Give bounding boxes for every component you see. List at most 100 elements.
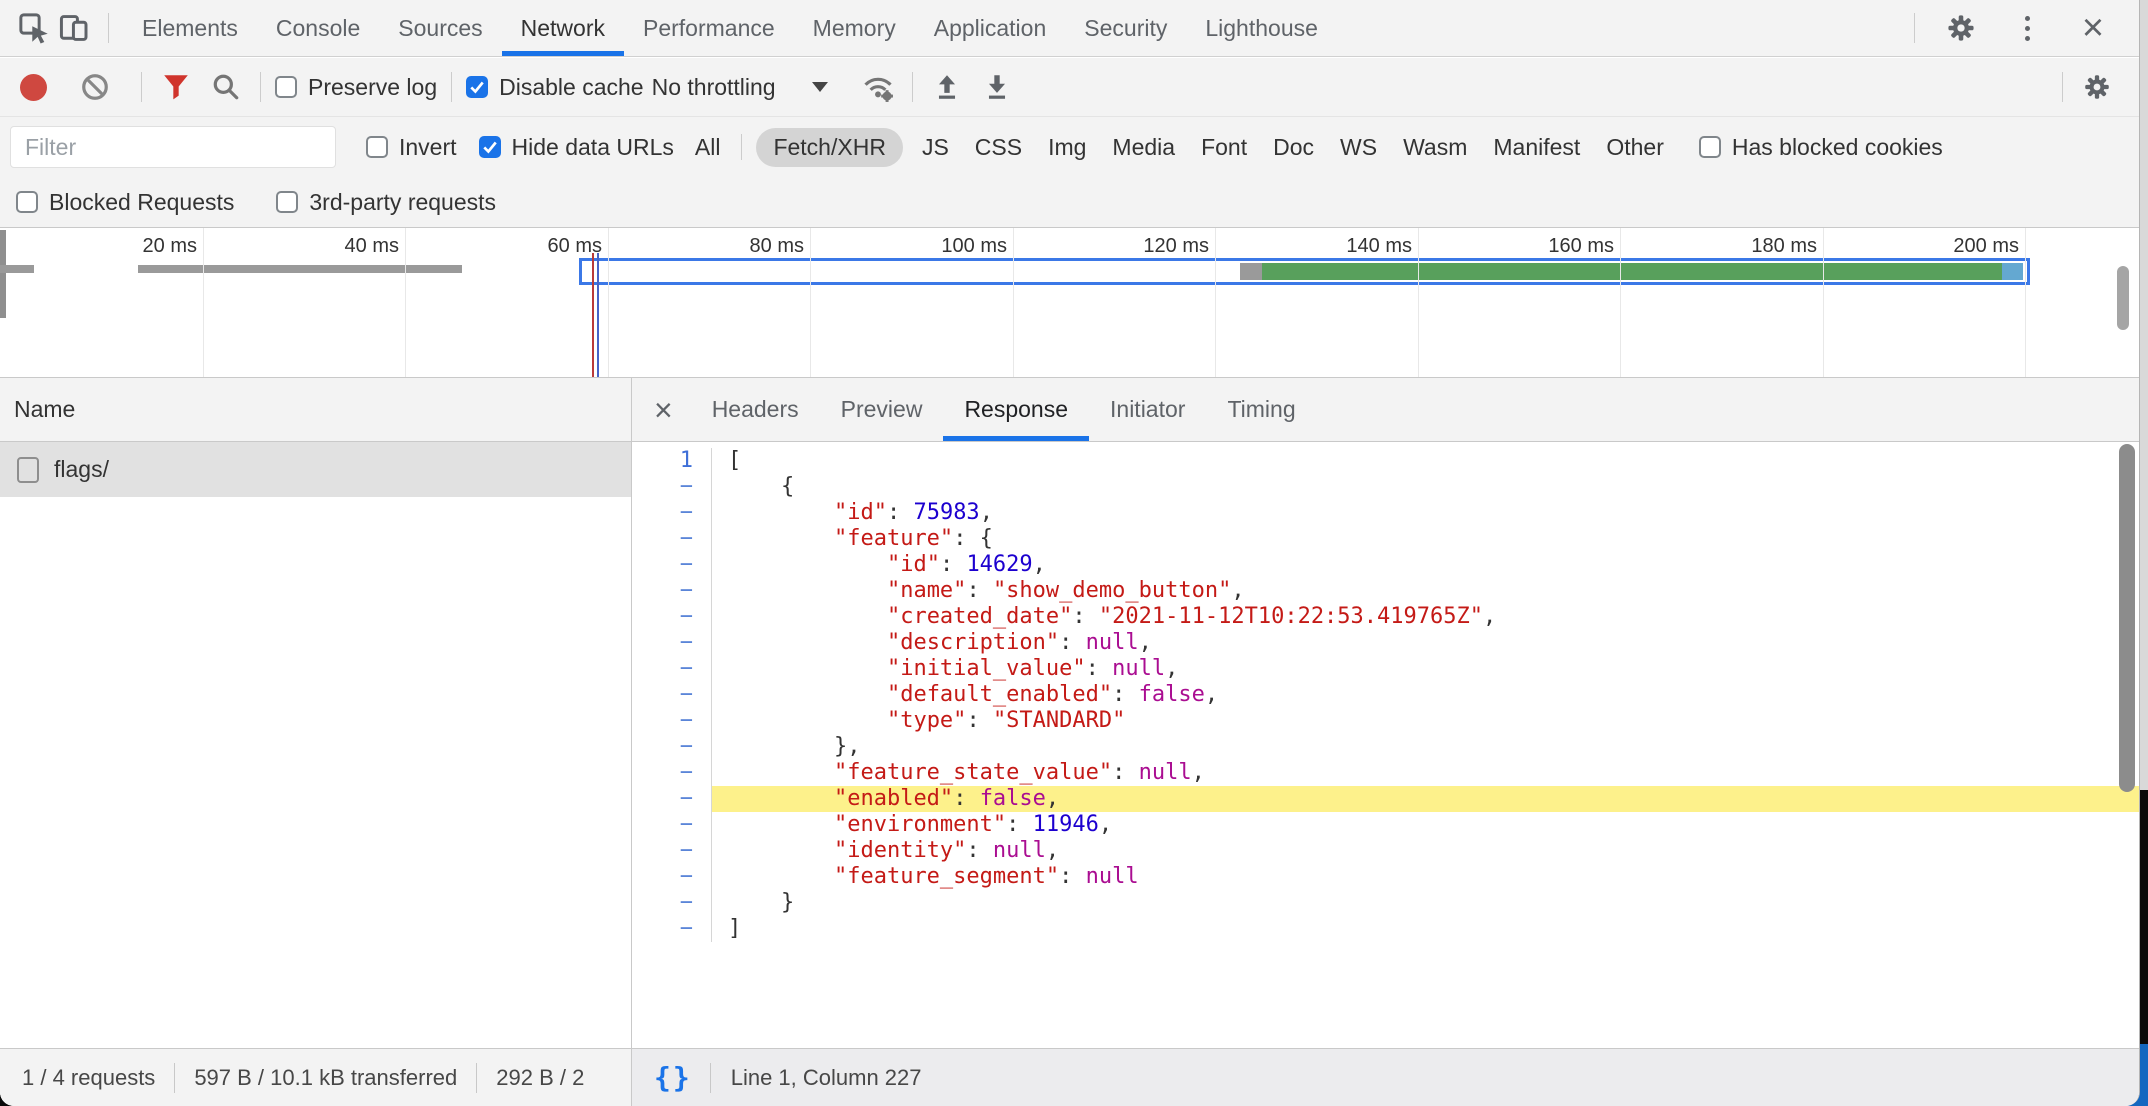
filter-type-all[interactable]: All	[684, 128, 732, 167]
line-content: "description": null,	[712, 630, 2139, 656]
line-content: }	[712, 890, 2139, 916]
code-line: − "description": null,	[632, 630, 2139, 656]
tab-network[interactable]: Network	[502, 0, 624, 56]
disable-cache-checkbox[interactable]	[466, 76, 488, 98]
code-line: − },	[632, 734, 2139, 760]
timeline-tick-label: 100 ms	[897, 235, 1007, 258]
pretty-print-icon[interactable]: {}	[654, 1061, 692, 1094]
tab-performance[interactable]: Performance	[624, 0, 794, 56]
chevron-down-icon	[812, 82, 828, 92]
tab-security[interactable]: Security	[1065, 0, 1186, 56]
name-column-header[interactable]: Name	[0, 378, 631, 442]
tab-sources[interactable]: Sources	[379, 0, 501, 56]
invert-checkbox[interactable]	[366, 136, 388, 158]
detail-tab-initiator[interactable]: Initiator	[1089, 378, 1206, 441]
has-blocked-cookies-checkbox[interactable]	[1699, 136, 1721, 158]
export-har-button[interactable]	[977, 67, 1017, 107]
detail-tab-response[interactable]: Response	[943, 378, 1089, 441]
line-content: "enabled": false,	[712, 786, 2139, 812]
timeline-gridline	[1215, 228, 1216, 377]
main-tabs: ElementsConsoleSourcesNetworkPerformance…	[123, 0, 1337, 56]
filter-type-doc[interactable]: Doc	[1262, 128, 1325, 167]
network-overview-timeline[interactable]: 20 ms40 ms60 ms80 ms100 ms120 ms140 ms16…	[0, 228, 2139, 378]
response-body-viewer[interactable]: 1[− {− "id": 75983,− "feature": {− "id":…	[632, 442, 2139, 1048]
line-continuation-mark: −	[632, 526, 712, 552]
timeline-tick-label: 60 ms	[492, 235, 602, 258]
filter-input[interactable]	[10, 126, 336, 168]
filter-type-js[interactable]: JS	[911, 128, 960, 167]
overview-request-bar	[0, 265, 34, 273]
filter-type-font[interactable]: Font	[1190, 128, 1258, 167]
blocked-requests-checkbox[interactable]	[16, 191, 38, 213]
toolbar-divider	[912, 72, 913, 102]
detail-tab-bar: × HeadersPreviewResponseInitiatorTiming	[632, 378, 2139, 442]
hide-data-urls-checkbox[interactable]	[479, 136, 501, 158]
search-button[interactable]	[206, 67, 246, 107]
toolbar-divider	[108, 13, 109, 43]
device-toolbar-icon	[58, 12, 90, 44]
line-content: "created_date": "2021-11-12T10:22:53.419…	[712, 604, 2139, 630]
toolbar-divider	[2062, 72, 2063, 102]
file-icon	[17, 457, 39, 483]
timeline-tick-label: 200 ms	[1909, 235, 2019, 258]
tab-application[interactable]: Application	[915, 0, 1066, 56]
tab-lighthouse[interactable]: Lighthouse	[1186, 0, 1337, 56]
close-devtools-button[interactable]: ×	[2073, 8, 2113, 48]
filter-type-css[interactable]: CSS	[964, 128, 1033, 167]
throttling-select[interactable]: No throttling	[652, 74, 828, 101]
hide-data-urls-label: Hide data URLs	[512, 134, 674, 161]
toolbar-divider	[141, 72, 142, 102]
inspect-element-button[interactable]	[14, 8, 54, 48]
line-continuation-mark: −	[632, 630, 712, 656]
line-continuation-mark: −	[632, 500, 712, 526]
device-toolbar-button[interactable]	[54, 8, 94, 48]
detail-tab-preview[interactable]: Preview	[820, 378, 944, 441]
third-party-label: 3rd-party requests	[309, 189, 496, 216]
code-line: − "id": 14629,	[632, 552, 2139, 578]
check-icon	[468, 78, 486, 96]
network-lower-split: Name flags/ 1 / 4 requests 597 B / 10.1 …	[0, 378, 2139, 1106]
request-list: flags/	[0, 442, 631, 497]
network-conditions-button[interactable]	[858, 67, 898, 107]
close-detail-icon[interactable]: ×	[654, 394, 673, 426]
network-toolbar: Preserve log Disable cache No throttling	[0, 58, 2139, 117]
timeline-gridline	[2025, 228, 2026, 377]
record-network-log-button[interactable]	[20, 74, 47, 101]
hide-data-urls-group: Hide data URLs	[479, 134, 674, 161]
line-content: "name": "show_demo_button",	[712, 578, 2139, 604]
network-settings-button[interactable]	[2077, 67, 2117, 107]
filter-type-other[interactable]: Other	[1595, 128, 1675, 167]
timeline-tick-label: 160 ms	[1504, 235, 1614, 258]
overview-scrollbar-thumb[interactable]	[2117, 266, 2129, 330]
filter-type-ws[interactable]: WS	[1329, 128, 1388, 167]
settings-button[interactable]	[1941, 8, 1981, 48]
gear-icon	[2082, 72, 2112, 102]
clear-network-log-button[interactable]	[75, 67, 115, 107]
more-options-button[interactable]	[2007, 8, 2047, 48]
filter-toggle-button[interactable]	[156, 67, 196, 107]
third-party-checkbox[interactable]	[276, 191, 298, 213]
filter-type-media[interactable]: Media	[1101, 128, 1186, 167]
waterfall-stalled-segment	[1240, 263, 1262, 280]
code-line: − "id": 75983,	[632, 500, 2139, 526]
timeline-gridline	[203, 228, 204, 377]
detail-tab-timing[interactable]: Timing	[1206, 378, 1316, 441]
preserve-log-checkbox[interactable]	[275, 76, 297, 98]
filter-type-manifest[interactable]: Manifest	[1482, 128, 1591, 167]
line-content: "id": 14629,	[712, 552, 2139, 578]
tab-elements[interactable]: Elements	[123, 0, 257, 56]
filter-type-wasm[interactable]: Wasm	[1392, 128, 1478, 167]
request-row[interactable]: flags/	[0, 442, 631, 497]
tab-memory[interactable]: Memory	[794, 0, 915, 56]
import-har-button[interactable]	[927, 67, 967, 107]
import-arrow-up-icon	[932, 72, 962, 102]
has-blocked-cookies-group: Has blocked cookies	[1699, 134, 1943, 161]
chip-divider	[741, 134, 742, 160]
tab-console[interactable]: Console	[257, 0, 379, 56]
detail-tab-headers[interactable]: Headers	[691, 378, 820, 441]
filter-type-fetchxhr[interactable]: Fetch/XHR	[756, 128, 902, 167]
request-list-pane: Name flags/ 1 / 4 requests 597 B / 10.1 …	[0, 378, 632, 1106]
response-scrollbar-thumb[interactable]	[2119, 444, 2135, 792]
source-status-bar: {} Line 1, Column 227	[632, 1048, 2139, 1106]
filter-type-img[interactable]: Img	[1037, 128, 1097, 167]
